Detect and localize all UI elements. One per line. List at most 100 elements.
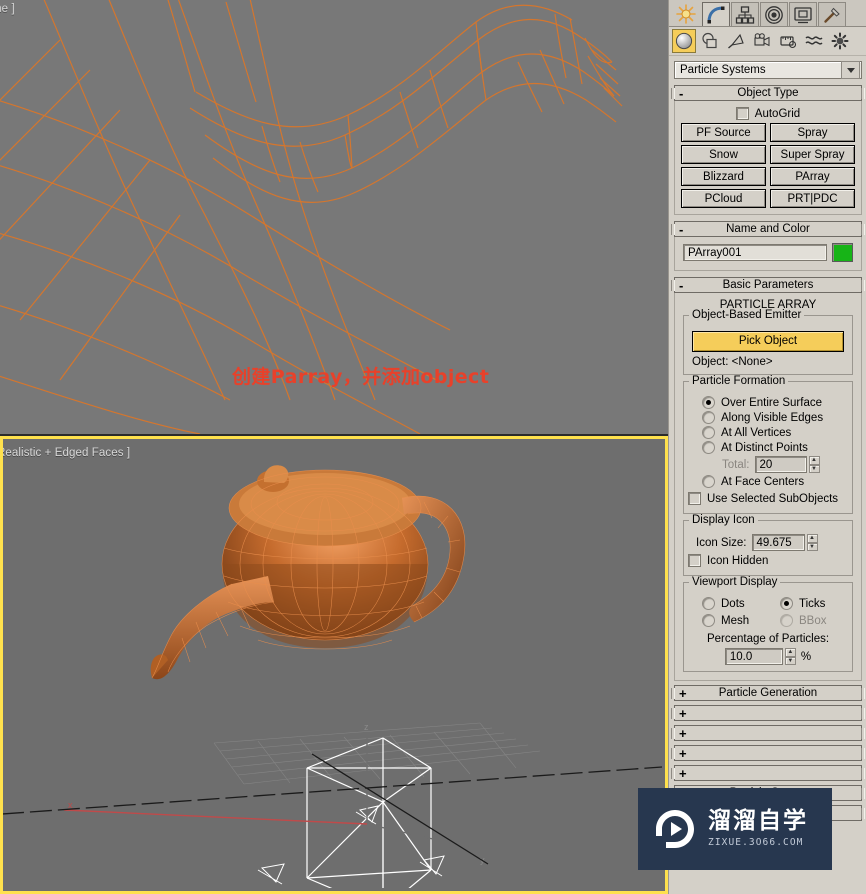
total-row: Total: 20 ▲ ▼: [722, 456, 846, 473]
radio-label: Along Visible Edges: [721, 411, 824, 424]
object-type-button-grid: PF Source Spray Snow Super Spray Blizzar…: [681, 123, 855, 208]
icon-size-spinner[interactable]: ▲ ▼: [806, 534, 818, 551]
rollout-name-and-color-title: Name and Color: [726, 223, 810, 235]
radio-mesh[interactable]: Mesh: [702, 614, 780, 627]
radio-at-face-centers[interactable]: At Face Centers: [702, 475, 846, 488]
radio-along-visible-edges[interactable]: Along Visible Edges: [702, 411, 846, 424]
group-label-emitter: Object-Based Emitter: [689, 309, 805, 321]
axis-tripod: z y x: [63, 722, 491, 865]
radio-indicator[interactable]: [702, 396, 715, 409]
rollout-object-type-header[interactable]: - Object Type: [671, 85, 865, 101]
autogrid-row[interactable]: AutoGrid: [681, 107, 855, 120]
radio-at-all-vertices[interactable]: At All Vertices: [702, 426, 846, 439]
rollout-object-type-title: Object Type: [737, 87, 799, 99]
svg-text:z: z: [364, 722, 369, 732]
radio-dots[interactable]: Dots: [702, 597, 780, 610]
viewport-top-label: me ]: [0, 3, 15, 15]
total-spinner[interactable]: ▲ ▼: [808, 456, 820, 473]
command-panel-tabs: [669, 0, 866, 27]
spray-button[interactable]: Spray: [770, 123, 855, 142]
pf-source-button[interactable]: PF Source: [681, 123, 766, 142]
pcloud-button[interactable]: PCloud: [681, 189, 766, 208]
radio-label: BBox: [799, 614, 827, 627]
viewport-top[interactable]: me ] 创建Parray，并添加object: [0, 0, 668, 436]
radio-ticks[interactable]: Ticks: [780, 597, 825, 610]
hierarchy-tab[interactable]: [731, 2, 759, 26]
radio-indicator[interactable]: [702, 426, 715, 439]
shapes-icon[interactable]: [698, 29, 722, 53]
rollout-hidden-4[interactable]: +: [671, 765, 865, 781]
category-dropdown-value: Particle Systems: [680, 64, 766, 76]
parray-icon-box: [306, 737, 432, 888]
hierarchy-icon: [735, 5, 755, 24]
snow-button[interactable]: Snow: [681, 145, 766, 164]
radio-over-entire-surface[interactable]: Over Entire Surface: [702, 396, 846, 409]
object-color-swatch[interactable]: [832, 243, 853, 262]
viewport-perspective[interactable]: Realistic + Edged Faces ] z y x: [0, 436, 668, 894]
percentage-unit: %: [800, 650, 812, 663]
rollout-object-type-body: AutoGrid PF Source Spray Snow Super Spra…: [674, 101, 862, 215]
radio-label: At Face Centers: [721, 475, 805, 488]
rollout-name-and-color-header[interactable]: - Name and Color: [671, 221, 865, 237]
systems-icon[interactable]: [828, 29, 852, 53]
viewport-annotation-text: 创建Parray，并添加object: [232, 366, 490, 388]
utilities-tab[interactable]: [818, 2, 846, 26]
percentage-spinner[interactable]: ▲ ▼: [784, 648, 796, 665]
use-selected-subobjects-row[interactable]: Use Selected SubObjects: [688, 492, 846, 505]
rollout-collapse-sign: -: [679, 86, 684, 101]
icon-size-input[interactable]: 49.675: [751, 534, 805, 551]
object-name-input[interactable]: PArray001: [683, 244, 827, 261]
lights-icon[interactable]: [724, 29, 748, 53]
display-icon: [794, 6, 812, 23]
display-tab[interactable]: [789, 2, 817, 26]
modify-tab[interactable]: [702, 2, 730, 26]
super-spray-button[interactable]: Super Spray: [770, 145, 855, 164]
percentage-row: 10.0 ▲ ▼ %: [690, 648, 846, 665]
rollout-name-and-color: - Name and Color PArray001: [671, 221, 865, 271]
geometry-icon[interactable]: [672, 29, 696, 53]
percentage-input[interactable]: 10.0: [724, 648, 783, 665]
group-viewport-display: Viewport Display Dots Ticks Mesh BBox Pe…: [683, 576, 853, 672]
use-subobjects-checkbox[interactable]: [688, 492, 701, 505]
rollout-collapse-sign: -: [679, 278, 684, 293]
rollout-hidden-3[interactable]: +: [671, 745, 865, 761]
icon-hidden-row[interactable]: Icon Hidden: [688, 554, 846, 567]
curve-icon: [707, 6, 725, 23]
viewport-area: me ] 创建Parray，并添加object Realistic + Edge…: [0, 0, 668, 894]
radio-indicator[interactable]: [780, 597, 793, 610]
motion-tab[interactable]: [760, 2, 788, 26]
command-panel: Particle Systems - Object Type AutoGrid …: [668, 0, 866, 894]
chevron-down-icon[interactable]: [841, 61, 860, 79]
pick-object-button[interactable]: Pick Object: [692, 331, 844, 352]
motion-icon: [765, 5, 783, 24]
hammer-icon: [824, 7, 840, 23]
watermark-overlay: 溜溜自学 ZIXUE.3O66.COM: [638, 788, 832, 870]
radio-indicator[interactable]: [702, 441, 715, 454]
autogrid-checkbox[interactable]: [735, 107, 749, 120]
radio-indicator[interactable]: [702, 597, 715, 610]
picked-object-label: Object: <None>: [692, 356, 773, 368]
rollout-hidden-1[interactable]: +: [671, 705, 865, 721]
parray-button[interactable]: PArray: [770, 167, 855, 186]
rollout-basic-parameters-header[interactable]: - Basic Parameters: [671, 277, 865, 293]
blizzard-button[interactable]: Blizzard: [681, 167, 766, 186]
radio-indicator[interactable]: [702, 411, 715, 424]
total-input[interactable]: 20: [754, 456, 807, 473]
group-label-viewport-display: Viewport Display: [689, 576, 781, 588]
space-warps-icon[interactable]: [802, 29, 826, 53]
helpers-icon[interactable]: [776, 29, 800, 53]
rollout-particle-generation[interactable]: + Particle Generation: [671, 685, 865, 701]
rollout-hidden-2[interactable]: +: [671, 725, 865, 741]
radio-indicator[interactable]: [702, 475, 715, 488]
prt-pdc-button[interactable]: PRT|PDC: [770, 189, 855, 208]
viewport-perspective-label: Realistic + Edged Faces ]: [0, 447, 131, 459]
radio-indicator[interactable]: [702, 614, 715, 627]
cameras-icon[interactable]: [750, 29, 774, 53]
radio-at-distinct-points[interactable]: At Distinct Points: [702, 441, 846, 454]
icon-hidden-checkbox[interactable]: [688, 554, 701, 567]
viewport-display-row-1: Dots Ticks: [702, 595, 846, 612]
perspective-scene: z y x: [3, 465, 662, 888]
object-category-dropdown[interactable]: Particle Systems: [674, 61, 862, 79]
create-tab[interactable]: [671, 2, 701, 26]
total-label: Total:: [722, 458, 750, 471]
